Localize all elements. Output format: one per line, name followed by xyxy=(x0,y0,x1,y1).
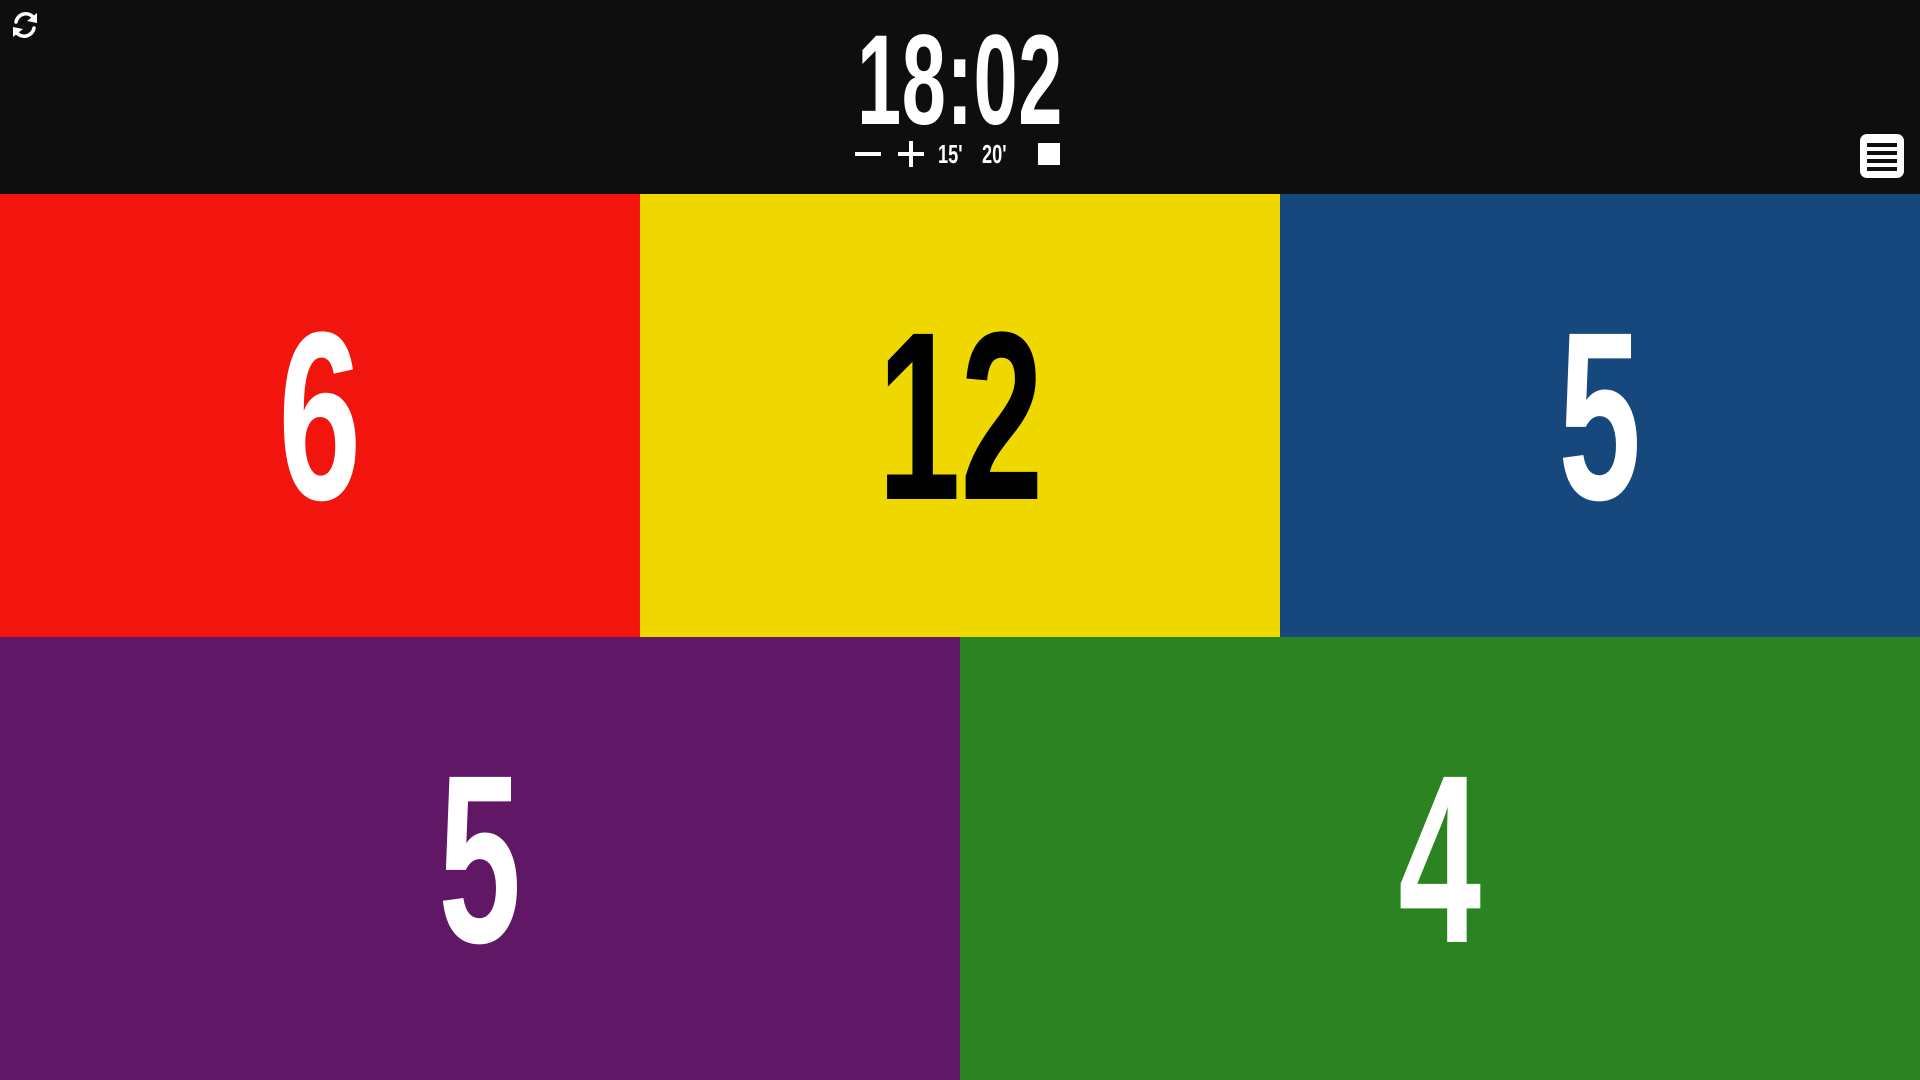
minus-icon[interactable] xyxy=(855,152,881,156)
menu-list-icon[interactable] xyxy=(1860,134,1904,178)
score-panel-green[interactable]: 4 xyxy=(960,637,1920,1080)
plus-icon[interactable] xyxy=(898,141,924,167)
top-bar: 18:02 15' 20' xyxy=(0,0,1920,194)
score-value: 5 xyxy=(438,724,522,993)
swap-arrows-icon[interactable] xyxy=(8,8,42,42)
preset-20-button[interactable]: 20' xyxy=(982,139,1020,169)
preset-20-label: 20' xyxy=(982,139,1007,169)
score-value: 12 xyxy=(877,281,1043,550)
preset-15-button[interactable]: 15' xyxy=(938,139,976,169)
score-value: 5 xyxy=(1558,281,1642,550)
clock-controls: 15' 20' xyxy=(855,139,1060,169)
score-panel-blue[interactable]: 5 xyxy=(1280,194,1920,637)
score-panel-red[interactable]: 6 xyxy=(0,194,640,637)
stop-square-icon[interactable] xyxy=(1038,143,1060,165)
score-value: 6 xyxy=(278,281,362,550)
preset-15-label: 15' xyxy=(938,139,963,169)
game-clock[interactable]: 18:02 xyxy=(857,17,1063,145)
score-panel-purple[interactable]: 5 xyxy=(0,637,960,1080)
score-panel-yellow[interactable]: 12 xyxy=(640,194,1280,637)
score-value: 4 xyxy=(1398,724,1482,993)
